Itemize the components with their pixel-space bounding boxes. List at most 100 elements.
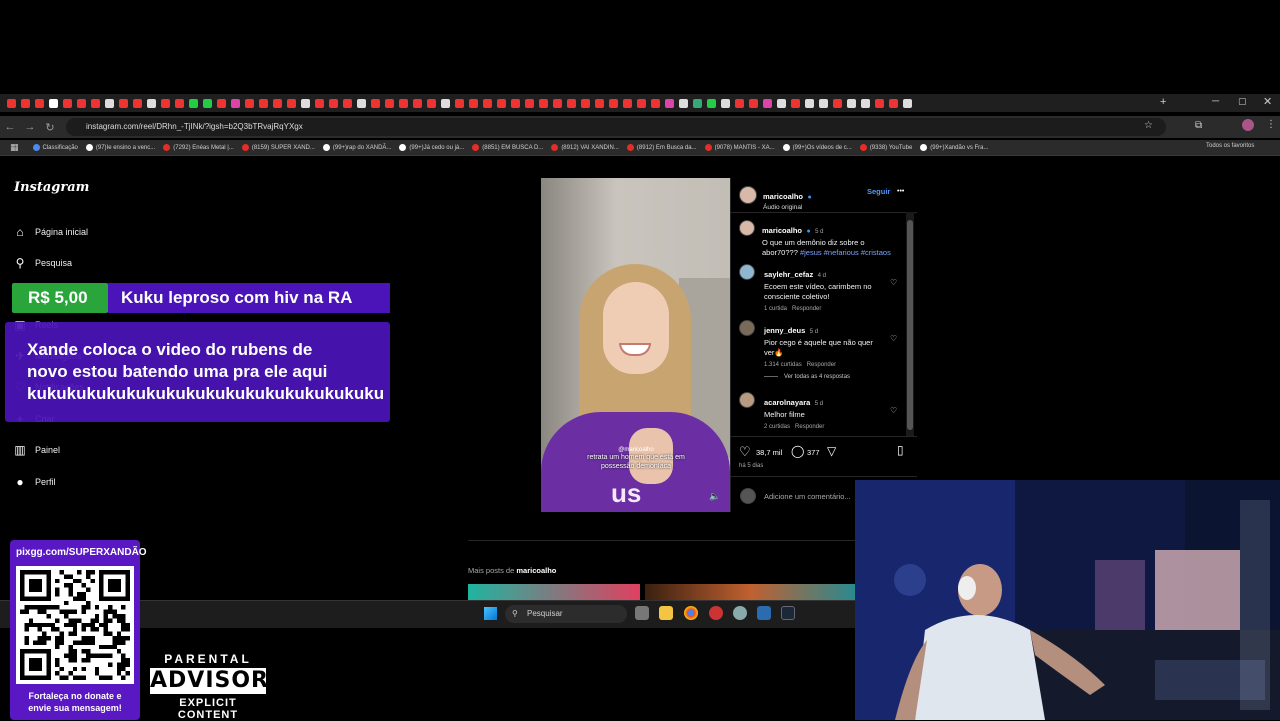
browser-tab[interactable] bbox=[76, 98, 86, 108]
browser-tab[interactable] bbox=[258, 98, 268, 108]
extensions-icon[interactable]: ⧉ bbox=[1195, 120, 1202, 131]
speaker-icon[interactable]: 🔈 bbox=[709, 491, 720, 502]
bookmark-item[interactable]: (97)Ie ensino a venc... bbox=[85, 144, 155, 151]
browser-tab[interactable] bbox=[622, 98, 632, 108]
browser-tab[interactable] bbox=[216, 98, 226, 108]
chrome-icon[interactable] bbox=[684, 606, 698, 620]
comment-like-icon[interactable]: ♡ bbox=[890, 278, 897, 287]
browser-tab[interactable] bbox=[594, 98, 604, 108]
browser-tab[interactable] bbox=[454, 98, 464, 108]
browser-tab[interactable] bbox=[580, 98, 590, 108]
minimize-button[interactable]: ─ bbox=[1212, 96, 1219, 107]
comment-icon[interactable]: ◯ bbox=[791, 444, 804, 458]
browser-tab[interactable] bbox=[832, 98, 842, 108]
browser-tab[interactable] bbox=[510, 98, 520, 108]
browser-tab[interactable] bbox=[874, 98, 884, 108]
reload-icon[interactable]: ↻ bbox=[40, 121, 60, 134]
browser-menu-icon[interactable]: ⋮ bbox=[1266, 119, 1276, 130]
windows-start-icon[interactable] bbox=[484, 607, 497, 620]
bookmark-item[interactable]: Classificação bbox=[32, 144, 78, 151]
browser-tab[interactable] bbox=[412, 98, 422, 108]
browser-tab[interactable] bbox=[314, 98, 324, 108]
browser-tab[interactable] bbox=[132, 98, 142, 108]
task-view-icon[interactable] bbox=[635, 606, 649, 620]
browser-tab[interactable] bbox=[160, 98, 170, 108]
browser-tab[interactable] bbox=[762, 98, 772, 108]
forward-icon[interactable]: → bbox=[20, 121, 40, 133]
back-icon[interactable]: ← bbox=[0, 121, 20, 133]
sidebar-item-home[interactable]: ⌂ Página inicial bbox=[13, 225, 88, 239]
bookmark-star-icon[interactable]: ☆ bbox=[1144, 120, 1153, 131]
app-icon[interactable] bbox=[709, 606, 723, 620]
close-window-button[interactable]: ✕ bbox=[1263, 95, 1272, 108]
browser-tab[interactable] bbox=[384, 98, 394, 108]
browser-tab[interactable] bbox=[748, 98, 758, 108]
browser-tab[interactable] bbox=[902, 98, 912, 108]
comment-like-icon[interactable]: ♡ bbox=[890, 406, 897, 415]
browser-tab-strip[interactable] bbox=[0, 94, 1280, 112]
bookmark-item[interactable]: (8851) EM BUSCA D... bbox=[472, 144, 543, 151]
browser-tab[interactable] bbox=[664, 98, 674, 108]
browser-tab[interactable] bbox=[356, 98, 366, 108]
instagram-logo[interactable]: Instagram bbox=[14, 180, 89, 195]
browser-tab[interactable] bbox=[524, 98, 534, 108]
like-icon[interactable]: ♡ bbox=[739, 444, 751, 460]
more-post-thumb[interactable] bbox=[468, 584, 640, 600]
steam-icon[interactable] bbox=[781, 606, 795, 620]
browser-tab[interactable] bbox=[244, 98, 254, 108]
bookmark-item[interactable]: (99+)rap do XANDÃ... bbox=[322, 144, 391, 151]
author-username[interactable]: maricoalho bbox=[763, 192, 803, 201]
caption-hashtags[interactable]: #jesus #nefarious #cristaos bbox=[800, 248, 891, 257]
browser-tab[interactable] bbox=[104, 98, 114, 108]
all-bookmarks[interactable]: Todos os favoritos bbox=[1206, 143, 1254, 149]
save-icon[interactable]: ▯ bbox=[897, 443, 904, 457]
browser-tab[interactable] bbox=[482, 98, 492, 108]
sidebar-item-dashboard[interactable]: ▥ Painel bbox=[13, 443, 60, 457]
browser-tab[interactable] bbox=[468, 98, 478, 108]
browser-tab[interactable] bbox=[804, 98, 814, 108]
browser-tab[interactable] bbox=[62, 98, 72, 108]
browser-tab[interactable] bbox=[552, 98, 562, 108]
browser-tab[interactable] bbox=[440, 98, 450, 108]
share-icon[interactable]: ▽ bbox=[827, 444, 836, 458]
app-icon[interactable] bbox=[757, 606, 771, 620]
new-tab-button[interactable]: + bbox=[1160, 96, 1166, 108]
bookmark-item[interactable]: (99+)Os vídeos de c... bbox=[782, 144, 852, 151]
browser-tab[interactable] bbox=[118, 98, 128, 108]
browser-tab[interactable] bbox=[846, 98, 856, 108]
more-post-thumb[interactable] bbox=[645, 584, 855, 600]
taskbar-search[interactable]: ⚲ Pesquisar bbox=[505, 605, 627, 623]
bookmark-item[interactable]: (9078) MANTIS - XA... bbox=[704, 144, 775, 151]
maximize-button[interactable]: ▢ bbox=[1238, 96, 1247, 107]
comment-reply-button[interactable]: Responder bbox=[792, 306, 821, 312]
browser-tab[interactable] bbox=[776, 98, 786, 108]
browser-tab[interactable] bbox=[398, 98, 408, 108]
comments-scroll-thumb[interactable] bbox=[907, 220, 913, 430]
comment-reply-button[interactable]: Responder bbox=[807, 362, 836, 368]
caption-avatar[interactable] bbox=[739, 220, 755, 236]
browser-tab[interactable] bbox=[538, 98, 548, 108]
browser-tab[interactable] bbox=[174, 98, 184, 108]
browser-tab[interactable] bbox=[188, 98, 198, 108]
audio-label[interactable]: Áudio original bbox=[763, 204, 812, 211]
browser-tab[interactable] bbox=[6, 98, 16, 108]
browser-tab[interactable] bbox=[608, 98, 618, 108]
browser-tab[interactable] bbox=[860, 98, 870, 108]
comment-like-icon[interactable]: ♡ bbox=[890, 334, 897, 343]
comment-username[interactable]: acarolnayara bbox=[764, 398, 810, 407]
browser-tab[interactable] bbox=[342, 98, 352, 108]
browser-tab[interactable] bbox=[146, 98, 156, 108]
sidebar-item-profile[interactable]: ● Perfil bbox=[13, 475, 55, 489]
settings-icon[interactable] bbox=[733, 606, 747, 620]
more-posts-user[interactable]: maricoalho bbox=[516, 566, 556, 575]
view-replies-link[interactable]: Ver todas as 4 respostas bbox=[764, 374, 850, 380]
bookmark-item[interactable]: (8159) SUPER XAND... bbox=[241, 144, 315, 151]
browser-tab[interactable] bbox=[496, 98, 506, 108]
browser-tab[interactable] bbox=[426, 98, 436, 108]
browser-tab[interactable] bbox=[720, 98, 730, 108]
author-avatar[interactable] bbox=[739, 186, 757, 204]
bookmark-item[interactable]: (7292) Enéas Metal |... bbox=[163, 144, 234, 151]
caption-username[interactable]: maricoalho bbox=[762, 226, 802, 235]
browser-tab[interactable] bbox=[34, 98, 44, 108]
browser-tab[interactable] bbox=[90, 98, 100, 108]
